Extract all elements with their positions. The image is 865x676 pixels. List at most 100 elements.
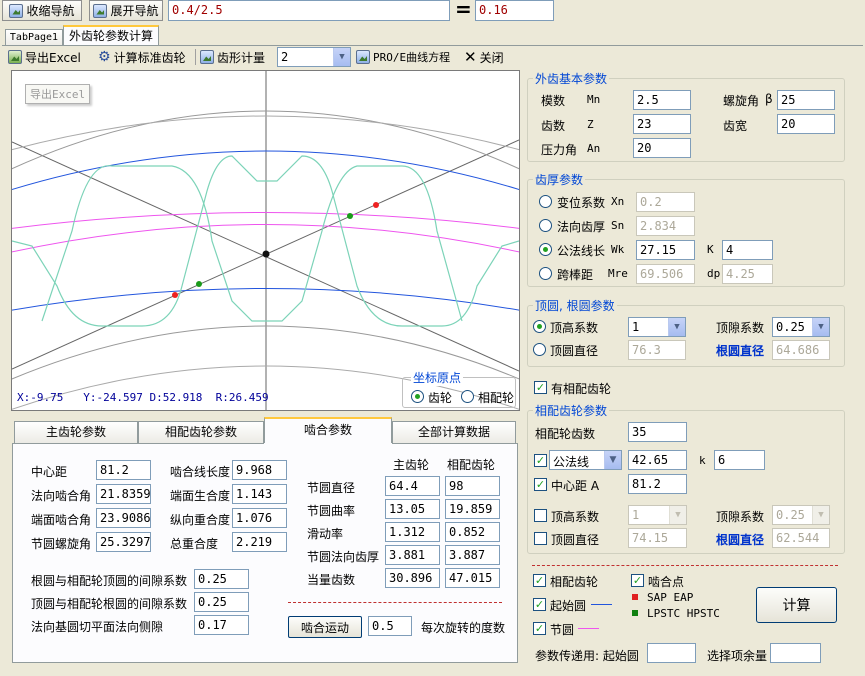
chevron-down-icon: ▼ xyxy=(668,318,685,336)
chevron-down-icon: ▼ xyxy=(333,48,350,66)
col-mate-header: 相配齿轮 xyxy=(447,458,496,472)
calc-standard-button[interactable]: ⚙ 计算标准齿轮 xyxy=(98,47,186,67)
addendum-radio[interactable] xyxy=(533,320,546,333)
mesh-red-divider xyxy=(288,602,502,603)
sn-label: 法向齿厚 xyxy=(557,220,606,234)
sn-radio[interactable] xyxy=(539,219,552,232)
wk-input[interactable]: 27.15 xyxy=(636,240,695,260)
mate-k-input[interactable]: 6 xyxy=(714,450,765,470)
tab-content-border xyxy=(2,45,863,46)
pitch-dia-main: 64.4 xyxy=(385,476,440,496)
mate-clearance-select[interactable]: 0.25 ▼ xyxy=(772,505,830,525)
origin-gear-radio[interactable] xyxy=(411,390,424,403)
tab-mesh-params[interactable]: 啮合参数 xyxy=(264,417,392,444)
root-dia-label: 根圆直径 xyxy=(716,344,765,358)
equiv-teeth-mate: 47.015 xyxy=(445,568,500,588)
expression-input[interactable]: 0.4/2.5 xyxy=(168,0,450,21)
mesh-phelix-value: 25.3297 xyxy=(96,532,151,552)
sap-eap-label: SAP EAP xyxy=(647,591,694,604)
helix-input[interactable]: 25 xyxy=(777,90,835,110)
lpstc-label: LPSTC HPSTC xyxy=(647,607,720,620)
sap-eap-marker xyxy=(632,594,638,600)
mate-method-select[interactable]: 公法线 ▼ xyxy=(549,450,622,470)
tab-all-data[interactable]: 全部计算数据 xyxy=(392,421,516,443)
start-circle-label: 起始圆 xyxy=(550,599,587,613)
addendum-label: 顶高系数 xyxy=(550,321,599,335)
origin-title: 坐标原点 xyxy=(411,369,464,386)
has-mate-checkbox[interactable]: ✓ xyxy=(534,381,547,394)
equals-sign: = xyxy=(455,0,472,21)
mate-tip-dia-input[interactable]: 74.15 xyxy=(628,528,687,548)
calculate-button[interactable]: 计算 xyxy=(756,587,837,623)
center-distance-checkbox[interactable]: ✓ xyxy=(534,478,547,491)
mate-addendum-checkbox[interactable] xyxy=(534,509,547,522)
sn-input[interactable]: 2.834 xyxy=(636,216,695,236)
close-icon: ✕ xyxy=(464,48,477,66)
export-excel-button[interactable]: 导出Excel xyxy=(8,47,81,67)
slip-main: 1.312 xyxy=(385,522,440,542)
start-circle-legend xyxy=(591,604,612,605)
k-label: K xyxy=(707,243,714,256)
module-input[interactable]: 2.5 xyxy=(633,90,691,110)
image-icon xyxy=(93,3,108,18)
mesh-motion-button[interactable]: 啮合运动 xyxy=(288,616,362,638)
mesh-point-checkbox[interactable]: ✓ xyxy=(631,574,644,587)
ball-radio[interactable] xyxy=(539,267,552,280)
show-mate-checkbox[interactable]: ✓ xyxy=(533,574,546,587)
tip-dia-label: 顶圆直径 xyxy=(550,344,599,358)
collapse-nav-button[interactable]: 收缩导航 xyxy=(2,0,82,21)
tab-page1[interactable]: TabPage1 xyxy=(5,29,63,46)
tab-mate-gear[interactable]: 相配齿轮参数 xyxy=(138,421,264,443)
shift-input[interactable]: 0.2 xyxy=(636,192,695,212)
mesh-tratio-label: 端面生合度 xyxy=(170,489,231,503)
proe-curve-button[interactable]: PRO/E曲线方程 xyxy=(356,47,450,67)
red-divider xyxy=(532,565,838,566)
mate-params-title: 相配齿轮参数 xyxy=(533,402,610,419)
teeth-input[interactable]: 23 xyxy=(633,114,691,134)
origin-mate-radio[interactable] xyxy=(461,390,474,403)
close-button[interactable]: ✕ 关闭 xyxy=(464,47,504,67)
clearance-select[interactable]: 0.25 ▼ xyxy=(772,317,830,337)
tip-dia-input[interactable]: 76.3 xyxy=(628,340,686,360)
rotation-degree-input[interactable]: 0.5 xyxy=(368,616,412,636)
face-width-input[interactable]: 20 xyxy=(777,114,835,134)
pressure-angle-input[interactable]: 20 xyxy=(633,138,691,158)
mesh-center-label: 中心距 xyxy=(31,465,68,479)
mate-addendum-select[interactable]: 1 ▼ xyxy=(628,505,687,525)
gear-plot[interactable]: 导出Excel X:-9.75 Y:-24.597 D:52.918 R:26.… xyxy=(11,70,520,411)
expand-nav-button[interactable]: 展开导航 xyxy=(89,0,163,21)
c3-label: 法向基圆切平面法向侧隙 xyxy=(31,620,164,634)
equiv-teeth-label: 当量齿数 xyxy=(307,573,356,587)
wk-symbol: Wk xyxy=(611,243,625,256)
pitch-curv-label: 节圆曲率 xyxy=(307,504,356,518)
mate-method-input[interactable]: 42.65 xyxy=(628,450,687,470)
mesh-len-label: 啮合线长度 xyxy=(170,465,231,479)
mesh-nangle-label: 法向啮合角 xyxy=(31,489,92,503)
dp-input[interactable]: 4.25 xyxy=(722,264,773,284)
shift-radio[interactable] xyxy=(539,195,552,208)
tab-external-gear[interactable]: 外齿轮参数计算 xyxy=(63,25,159,46)
center-distance-input[interactable]: 81.2 xyxy=(628,474,687,494)
start-circle-checkbox[interactable]: ✓ xyxy=(533,598,546,611)
gear-plot-svg xyxy=(12,71,519,410)
tip-dia-radio[interactable] xyxy=(533,343,546,356)
mesh-nangle-value: 21.8359 xyxy=(96,484,151,504)
wk-radio[interactable] xyxy=(539,243,552,256)
mre-input[interactable]: 69.506 xyxy=(636,264,695,284)
pass-input[interactable] xyxy=(647,643,696,663)
measure-button[interactable]: 齿形计量 xyxy=(200,47,265,67)
pitch-circle-checkbox[interactable]: ✓ xyxy=(533,622,546,635)
k-input[interactable]: 4 xyxy=(722,240,773,260)
mate-tip-dia-checkbox[interactable] xyxy=(534,532,547,545)
an-label: An xyxy=(587,142,601,155)
margin-input[interactable] xyxy=(770,643,821,663)
mate-method-checkbox[interactable]: ✓ xyxy=(534,454,547,467)
tab-main-gear[interactable]: 主齿轮参数 xyxy=(14,421,138,443)
mesh-tangle-value: 23.9086 xyxy=(96,508,151,528)
addendum-select[interactable]: 1 ▼ xyxy=(628,317,686,337)
measure-select[interactable]: 2 ▼ xyxy=(277,47,351,67)
pitch-curv-main: 13.05 xyxy=(385,499,440,519)
mesh-panel-top-right xyxy=(392,443,518,444)
mate-teeth-input[interactable]: 35 xyxy=(628,422,687,442)
show-mate-label: 相配齿轮 xyxy=(550,575,599,589)
